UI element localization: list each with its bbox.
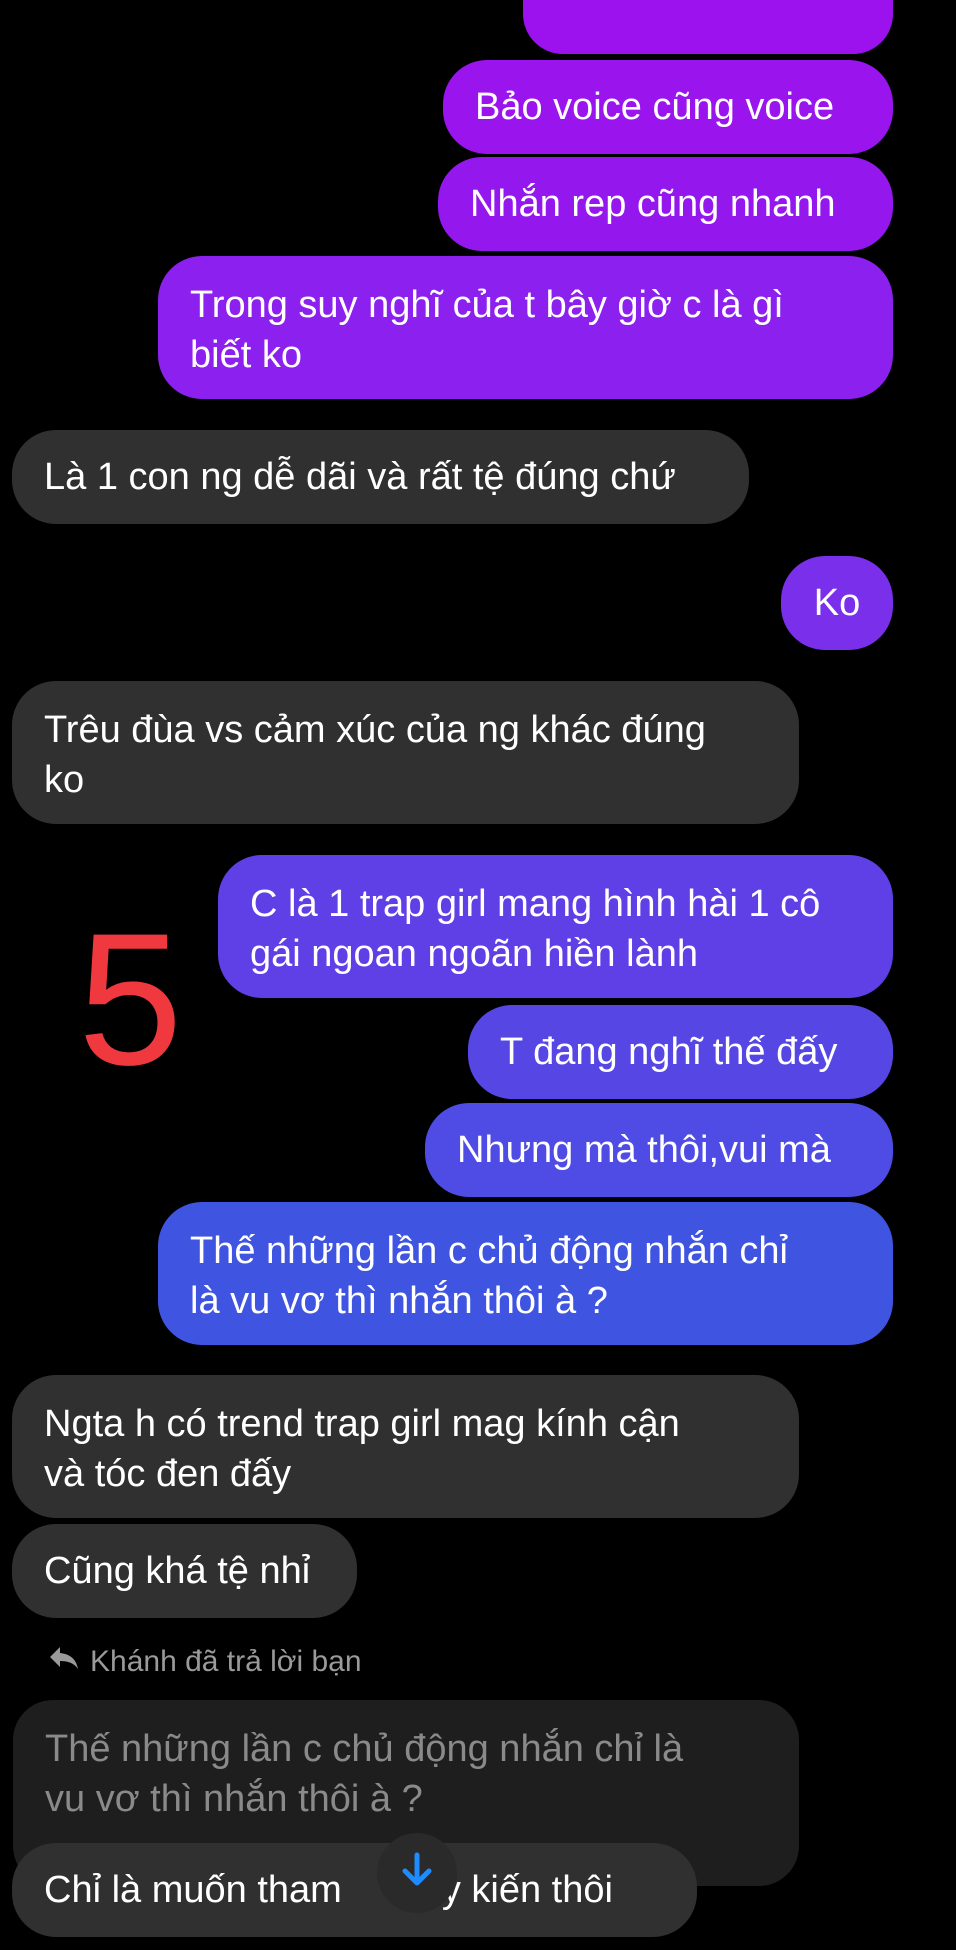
message-text: là vu vơ thì nhắn thôi à ? [190, 1280, 608, 1322]
reply-note-text: Khánh đã trả lời bạn [90, 1645, 362, 1678]
message-text: ko [44, 759, 85, 801]
quoted-text: Thế những lần c chủ động nhắn chỉ là [45, 1728, 684, 1770]
received-message[interactable]: Trêu đùa vs cảm xúc của ng khác đúng ko [12, 681, 799, 824]
arrow-down-icon [397, 1851, 437, 1896]
message-text: Trêu đùa vs cảm xúc của ng khác đúng [44, 709, 706, 751]
message-text: ý kiến thôi [441, 1869, 613, 1911]
received-message[interactable]: Chỉ là muốn tham ý kiến thôi [12, 1843, 697, 1937]
message-text: Thế những lần c chủ động nhắn chỉ [190, 1230, 788, 1272]
message-text: Chỉ là muốn tham [44, 1869, 342, 1911]
message-text: biết ko [190, 334, 302, 376]
sent-message[interactable]: Ko [781, 556, 893, 650]
sent-message[interactable]: Thế những lần c chủ động nhắn chỉ là vu … [158, 1202, 893, 1345]
message-text: Cũng khá tệ nhỉ [44, 1550, 311, 1592]
sent-bubble-fragment [523, 0, 893, 54]
sent-message[interactable]: Nhưng mà thôi,vui mà [425, 1103, 893, 1197]
sent-message[interactable]: Bảo voice cũng voice [443, 60, 893, 154]
sent-message[interactable]: C là 1 trap girl mang hình hài 1 cô gái … [218, 855, 893, 998]
received-message[interactable]: Cũng khá tệ nhỉ [12, 1524, 357, 1618]
message-text: T đang nghĩ thế đấy [500, 1031, 838, 1073]
scroll-to-bottom-button[interactable] [377, 1833, 457, 1913]
sent-message[interactable]: Trong suy nghĩ của t bây giờ c là gì biế… [158, 256, 893, 399]
quoted-text: vu vơ thì nhắn thôi à ? [45, 1778, 423, 1820]
message-text: Là 1 con ng dễ dãi và rất tệ đúng chứ [44, 456, 676, 498]
message-text: Ko [813, 582, 861, 624]
message-text: C là 1 trap girl mang hình hài 1 cô [250, 883, 821, 925]
reply-indicator: Khánh đã trả lời bạn [48, 1645, 362, 1679]
message-text: gái ngoan ngoãn hiền lành [250, 933, 698, 975]
received-message[interactable]: Là 1 con ng dễ dãi và rất tệ đúng chứ [12, 430, 749, 524]
message-text: Nhưng mà thôi,vui mà [457, 1129, 831, 1171]
message-text: và tóc đen đấy [44, 1453, 292, 1495]
reply-arrow-icon [48, 1645, 80, 1679]
sent-message[interactable]: T đang nghĩ thế đấy [468, 1005, 893, 1099]
sent-message[interactable]: Nhắn rep cũng nhanh [438, 157, 893, 251]
received-message[interactable]: Ngta h có trend trap girl mag kính cận v… [12, 1375, 799, 1518]
message-text: Ngta h có trend trap girl mag kính cận [44, 1403, 680, 1445]
overlay-number: 5 [78, 894, 183, 1104]
message-text: Trong suy nghĩ của t bây giờ c là gì [190, 284, 784, 326]
message-text: Bảo voice cũng voice [475, 86, 835, 128]
message-text: Nhắn rep cũng nhanh [470, 183, 836, 225]
